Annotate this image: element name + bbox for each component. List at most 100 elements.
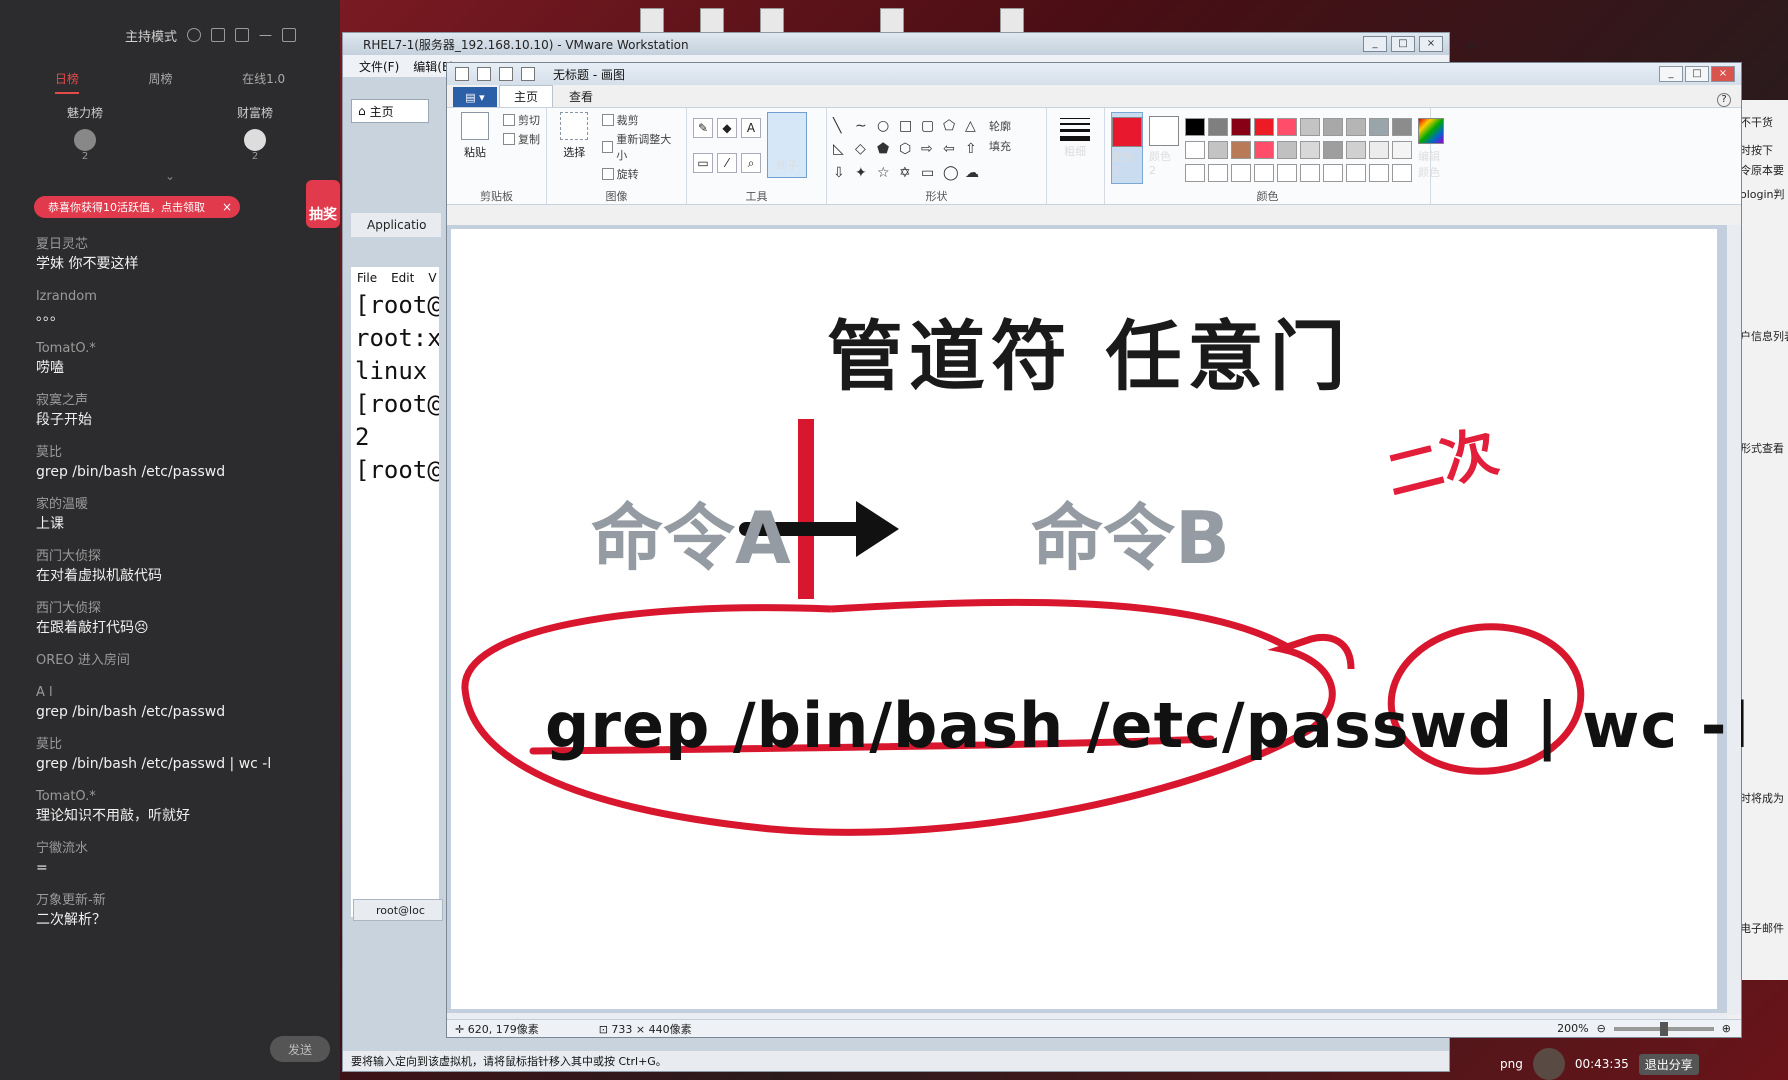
- palette-swatch[interactable]: [1300, 164, 1320, 182]
- polygon-shape-icon[interactable]: ⬠: [943, 118, 961, 137]
- select-button[interactable]: 选择: [553, 112, 596, 184]
- chat-username[interactable]: 莫比: [36, 736, 326, 754]
- terminal-menu-view[interactable]: V: [428, 271, 436, 285]
- palette-swatch[interactable]: [1231, 118, 1251, 136]
- color2-slot[interactable]: 颜色 2: [1149, 112, 1179, 184]
- chat-username[interactable]: lzrandom: [36, 288, 326, 306]
- close-button[interactable]: ×: [1711, 66, 1735, 82]
- palette-swatch[interactable]: [1369, 141, 1389, 159]
- palette-swatch[interactable]: [1231, 164, 1251, 182]
- pin-icon[interactable]: [235, 28, 250, 42]
- tab-home[interactable]: 主页: [499, 85, 554, 107]
- drawing-canvas[interactable]: 管道符 任意门 命令A 命令B grep /bin/bash /etc/pass…: [451, 229, 1749, 1009]
- send-button[interactable]: 发送: [270, 1036, 330, 1062]
- left-arrow-shape-icon[interactable]: ⇦: [943, 141, 961, 160]
- palette-swatch[interactable]: [1369, 118, 1389, 136]
- host-mode-label[interactable]: 主持模式: [125, 26, 177, 45]
- palette-swatch[interactable]: [1231, 141, 1251, 159]
- zoom-slider-thumb[interactable]: [1659, 1021, 1668, 1036]
- star4-shape-icon[interactable]: ✦: [855, 165, 873, 184]
- palette-swatch[interactable]: [1208, 118, 1228, 136]
- tab-online[interactable]: 在线1.0: [242, 70, 285, 94]
- vm-taskbar-item[interactable]: root@loc: [353, 899, 443, 921]
- palette-swatch[interactable]: [1300, 141, 1320, 159]
- maximize-button[interactable]: □: [1685, 66, 1709, 82]
- settings-icon[interactable]: [187, 28, 202, 42]
- zoom-slider[interactable]: [1613, 1021, 1714, 1036]
- palette-swatch[interactable]: [1300, 118, 1320, 136]
- tab-view[interactable]: 查看: [555, 86, 607, 107]
- oval-shape-icon[interactable]: ○: [877, 118, 895, 137]
- palette-swatch[interactable]: [1392, 141, 1412, 159]
- tab-daily[interactable]: 日榜: [54, 70, 79, 94]
- palette-swatch[interactable]: [1346, 141, 1366, 159]
- palette-swatch[interactable]: [1277, 164, 1297, 182]
- wealth-rank[interactable]: 财富榜: [237, 104, 273, 121]
- palette-swatch[interactable]: [1346, 118, 1366, 136]
- palette-swatch[interactable]: [1254, 141, 1274, 159]
- redo-icon[interactable]: [521, 67, 535, 81]
- palette-swatch[interactable]: [1185, 141, 1205, 159]
- applications-menu[interactable]: Applicatio: [351, 213, 441, 237]
- lucky-draw-button[interactable]: 抽奖: [306, 180, 340, 228]
- chat-username[interactable]: A l: [36, 684, 326, 702]
- triangle-shape-icon[interactable]: △: [965, 118, 983, 137]
- chevron-down-icon[interactable]: ⌄: [0, 169, 340, 183]
- terminal-menu-edit[interactable]: Edit: [391, 271, 414, 285]
- zoom-out-icon[interactable]: ⊖: [1597, 1022, 1606, 1035]
- minimize-button[interactable]: _: [1659, 66, 1683, 82]
- palette-swatch[interactable]: [1254, 164, 1274, 182]
- star5-shape-icon[interactable]: ☆: [877, 165, 895, 184]
- rotate-button[interactable]: 旋转: [601, 166, 680, 182]
- terminal[interactable]: File Edit V [root@ root:x linux [root@ 2…: [351, 267, 439, 917]
- rounded-rect-shape-icon[interactable]: ▢: [921, 118, 939, 137]
- desktop-file-icon[interactable]: [760, 8, 784, 34]
- chat-username[interactable]: 夏日灵芯: [36, 236, 326, 254]
- chat-username[interactable]: 西门大侦探: [36, 548, 326, 566]
- copy-button[interactable]: 复制: [503, 131, 540, 147]
- eraser-icon[interactable]: ▭: [693, 153, 713, 173]
- palette-swatch[interactable]: [1254, 118, 1274, 136]
- window-icon[interactable]: [211, 28, 226, 42]
- new-tab-button[interactable]: +: [1464, 36, 1479, 57]
- vertical-scrollbar[interactable]: [1727, 225, 1741, 1015]
- pencil-icon[interactable]: ✎: [693, 118, 713, 138]
- pentagon-shape-icon[interactable]: ⬟: [877, 141, 895, 160]
- rank-user[interactable]: 2: [74, 129, 96, 169]
- up-arrow-shape-icon[interactable]: ⇧: [965, 141, 983, 160]
- resize-button[interactable]: 重新调整大小: [601, 131, 680, 163]
- maximize-button[interactable]: □: [1391, 36, 1415, 52]
- right-triangle-shape-icon[interactable]: ◺: [833, 141, 851, 160]
- fill-button[interactable]: 填充: [989, 138, 1011, 154]
- edit-colors-button[interactable]: 编辑颜色: [1418, 112, 1444, 184]
- line-shape-icon[interactable]: ╲: [833, 118, 851, 137]
- cloud-shape-icon[interactable]: ☁: [965, 165, 983, 184]
- minimize-button[interactable]: _: [1363, 36, 1387, 52]
- diamond-shape-icon[interactable]: ◇: [855, 141, 873, 160]
- brush-button[interactable]: 刷子: [767, 112, 807, 178]
- charm-rank[interactable]: 魅力榜: [67, 104, 103, 121]
- desktop-file-icon[interactable]: [700, 8, 724, 34]
- hexagon-shape-icon[interactable]: ⬡: [899, 141, 917, 160]
- streamer-avatar[interactable]: [1532, 1048, 1565, 1080]
- palette-swatch[interactable]: [1346, 164, 1366, 182]
- desktop-file-icon[interactable]: [880, 8, 904, 34]
- cut-button[interactable]: 剪切: [503, 112, 540, 128]
- color-picker-icon[interactable]: ⁄: [717, 153, 737, 173]
- crop-button[interactable]: 裁剪: [601, 112, 680, 128]
- rank-user[interactable]: 2: [244, 129, 266, 169]
- text-icon[interactable]: A: [741, 118, 761, 138]
- chat-username[interactable]: 莫比: [36, 444, 326, 462]
- palette-swatch[interactable]: [1323, 164, 1343, 182]
- rect-shape-icon[interactable]: □: [899, 118, 917, 137]
- desktop-file-icon[interactable]: [1000, 8, 1024, 34]
- save-icon[interactable]: [477, 67, 491, 81]
- paint-menu-button[interactable]: ▤ ▾: [453, 87, 497, 107]
- callout-shape-icon[interactable]: ▭: [921, 165, 939, 184]
- gift-banner[interactable]: 恭喜你获得10活跃值，点击领取 ×: [34, 196, 240, 218]
- down-arrow-shape-icon[interactable]: ⇩: [833, 165, 851, 184]
- desktop-file-icon[interactable]: [640, 8, 664, 34]
- close-icon[interactable]: ×: [222, 200, 232, 214]
- restore-icon[interactable]: [282, 28, 297, 42]
- paste-button[interactable]: 粘贴: [453, 112, 497, 184]
